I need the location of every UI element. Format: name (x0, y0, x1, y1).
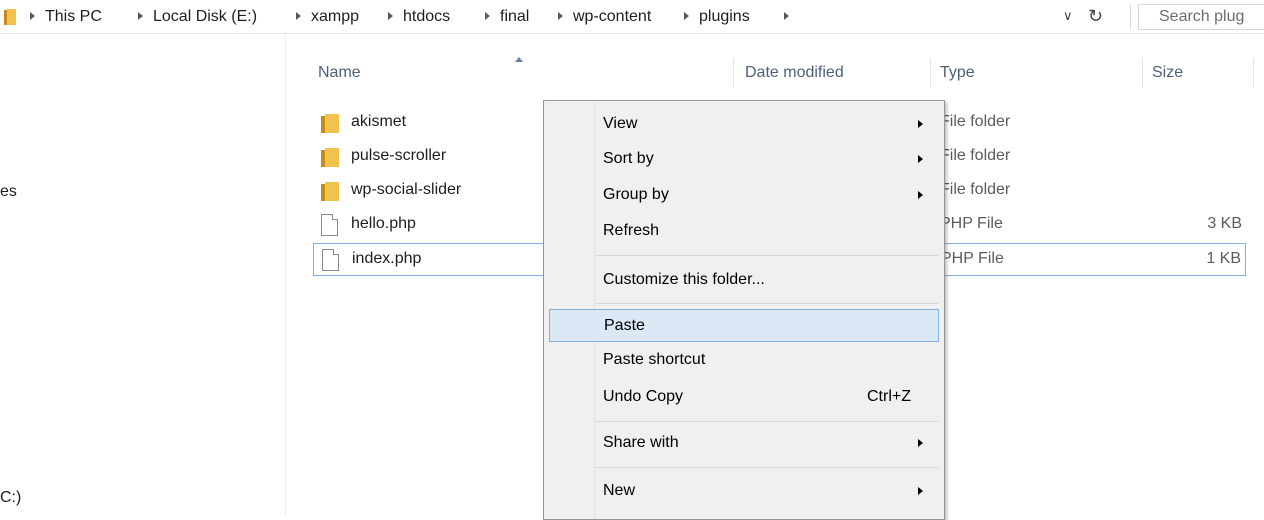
toolbar-divider (1130, 4, 1131, 30)
column-divider[interactable] (1142, 58, 1143, 88)
file-name: index.php (352, 250, 422, 267)
address-bar[interactable]: This PC Local Disk (E:) xampp htdocs fin… (0, 0, 1264, 34)
submenu-arrow-icon (918, 120, 923, 128)
menu-item-label: View (603, 115, 638, 132)
menu-item-label: Paste (604, 317, 645, 334)
folder-icon (321, 114, 340, 133)
column-divider[interactable] (733, 58, 734, 88)
menu-item-shortcut: Ctrl+Z (867, 388, 911, 405)
file-type: File folder (940, 147, 1011, 164)
file-name: pulse-scroller (351, 147, 447, 164)
menu-item-view[interactable]: View (549, 108, 939, 141)
file-type: File folder (940, 181, 1011, 198)
search-input[interactable]: Search plug (1138, 4, 1264, 30)
menu-item-sort-by[interactable]: Sort by (549, 143, 939, 176)
menu-item-label: Paste shortcut (603, 351, 706, 368)
menu-item-label: Refresh (603, 222, 660, 239)
breadcrumb-this-pc[interactable]: This PC (45, 8, 102, 26)
nav-item-partial[interactable]: es (0, 183, 17, 201)
submenu-arrow-icon (918, 155, 923, 163)
file-name: akismet (351, 113, 407, 130)
column-header-name[interactable]: Name (318, 64, 361, 82)
menu-separator (595, 303, 938, 304)
breadcrumb-wp-content[interactable]: wp-content (573, 8, 651, 26)
breadcrumb-xampp[interactable]: xampp (311, 8, 359, 26)
menu-item-label: Share with (603, 434, 679, 451)
breadcrumb-final[interactable]: final (500, 8, 529, 26)
breadcrumb-separator-icon[interactable] (296, 12, 301, 20)
file-icon (321, 214, 338, 236)
menu-item-share-with[interactable]: Share with (549, 427, 939, 460)
menu-separator (595, 467, 938, 468)
menu-item-label: Undo Copy (603, 388, 684, 405)
sort-ascending-icon (515, 57, 523, 62)
breadcrumb-htdocs[interactable]: htdocs (403, 8, 450, 26)
file-icon (322, 249, 339, 271)
file-size: 3 KB (1207, 215, 1242, 232)
submenu-arrow-icon (918, 191, 923, 199)
folder-icon (321, 148, 340, 167)
context-menu: View Sort by Group by Refresh Customize … (543, 100, 945, 520)
folder-icon (4, 9, 16, 25)
breadcrumb-separator-icon[interactable] (684, 12, 689, 20)
column-header-size[interactable]: Size (1152, 64, 1183, 82)
menu-item-label: New (603, 482, 636, 499)
file-name: hello.php (351, 215, 416, 232)
breadcrumb-separator-icon[interactable] (138, 12, 143, 20)
menu-item-undo-copy[interactable]: Undo Copy Ctrl+Z (549, 381, 939, 414)
menu-item-paste-shortcut[interactable]: Paste shortcut (549, 344, 939, 377)
menu-item-refresh[interactable]: Refresh (549, 215, 939, 248)
menu-item-paste[interactable]: Paste (549, 309, 939, 342)
file-type: PHP File (940, 215, 1003, 232)
breadcrumb-separator-icon[interactable] (784, 12, 789, 20)
file-type: PHP File (941, 250, 1004, 267)
menu-separator (595, 255, 938, 256)
folder-icon (321, 182, 340, 201)
file-name: wp-social-slider (351, 181, 462, 198)
column-divider[interactable] (930, 58, 931, 88)
chevron-down-icon[interactable]: ∨ (1063, 8, 1073, 24)
submenu-arrow-icon (918, 487, 923, 495)
search-placeholder: Search plug (1159, 8, 1245, 25)
submenu-arrow-icon (918, 439, 923, 447)
nav-item-partial[interactable]: C:) (0, 489, 21, 507)
menu-separator (595, 421, 938, 422)
file-size: 1 KB (1206, 250, 1241, 267)
column-header-type[interactable]: Type (940, 64, 975, 82)
breadcrumb-separator-icon[interactable] (388, 12, 393, 20)
file-type: File folder (940, 113, 1011, 130)
refresh-icon[interactable]: ↻ (1088, 6, 1103, 27)
column-header-date-modified[interactable]: Date modified (745, 64, 844, 82)
breadcrumb-separator-icon[interactable] (485, 12, 490, 20)
navigation-pane[interactable] (0, 35, 286, 516)
menu-item-label: Customize this folder... (603, 271, 765, 288)
breadcrumb-separator-icon[interactable] (30, 12, 35, 20)
breadcrumb-separator-icon[interactable] (558, 12, 563, 20)
breadcrumb-local-disk[interactable]: Local Disk (E:) (153, 8, 257, 26)
column-divider[interactable] (1253, 58, 1254, 88)
menu-item-label: Sort by (603, 150, 654, 167)
menu-item-customize-folder[interactable]: Customize this folder... (549, 264, 939, 297)
menu-item-label: Group by (603, 186, 669, 203)
menu-item-new[interactable]: New (549, 475, 939, 508)
menu-item-group-by[interactable]: Group by (549, 179, 939, 212)
breadcrumb-plugins[interactable]: plugins (699, 8, 750, 26)
